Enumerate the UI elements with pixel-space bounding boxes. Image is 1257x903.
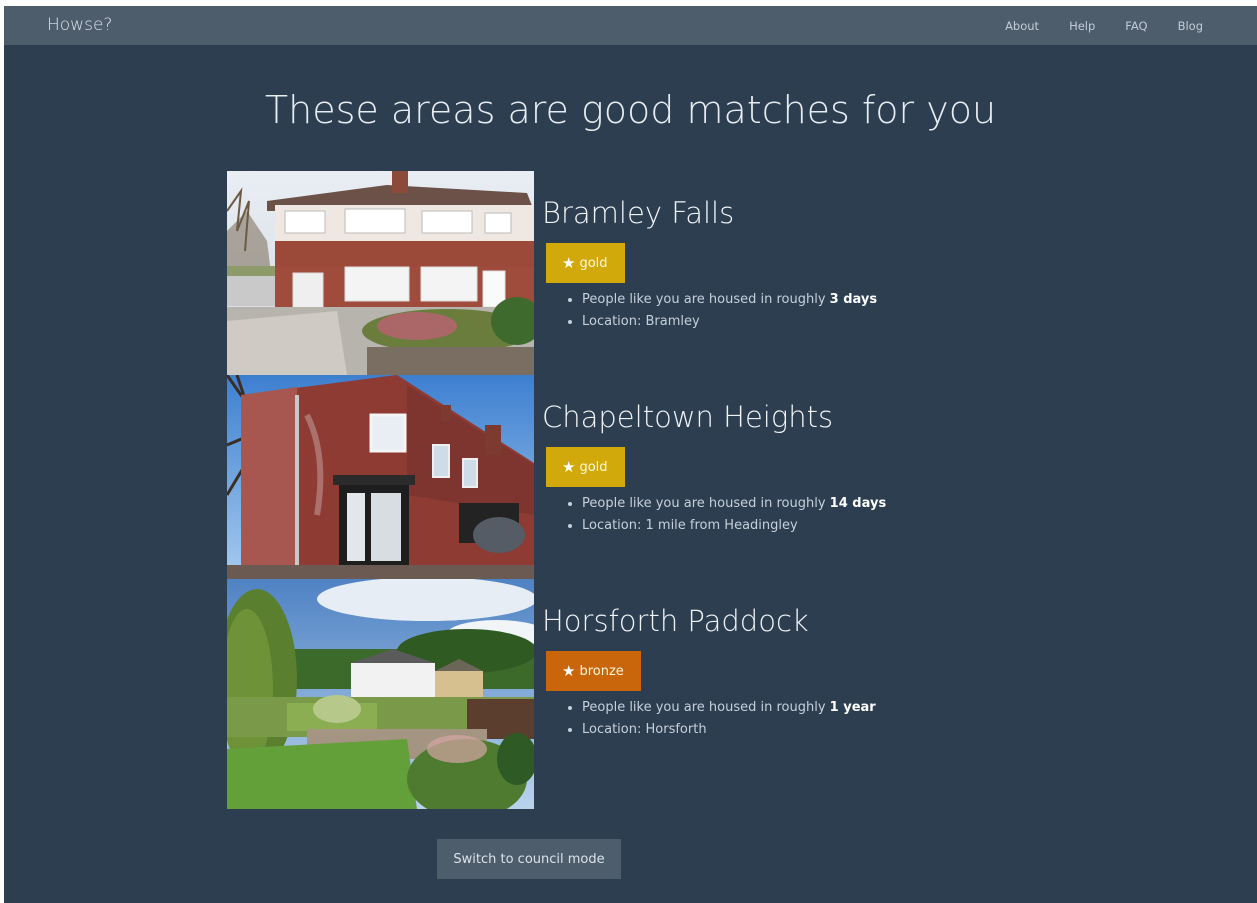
page-frame: Howse? About Help FAQ Blog These areas a… [4,6,1257,903]
area-photo-bramley-falls [227,171,534,375]
area-card-chapeltown-heights: Chapeltown Heights ★ gold People like yo… [227,375,987,579]
rating-label: gold [579,459,608,475]
area-photo-chapeltown-heights [227,375,534,579]
navbar: Howse? About Help FAQ Blog [4,6,1257,45]
housed-time-fact: People like you are housed in roughly 1 … [582,697,876,719]
rating-badge: ★ gold [546,243,625,283]
page-title: These areas are good matches for you [264,88,997,132]
star-icon: ★ [562,254,576,272]
nav-link-faq[interactable]: FAQ [1125,19,1147,33]
area-name[interactable]: Horsforth Paddock [542,603,876,639]
location-fact: Location: Horsforth [582,719,876,741]
rating-label: gold [579,255,608,271]
housed-time-value: 14 days [829,496,887,511]
nav-links: About Help FAQ Blog [1005,6,1203,45]
brand-logo[interactable]: Howse? [47,15,112,35]
housed-time-fact: People like you are housed in roughly 14… [582,493,886,515]
nav-link-help[interactable]: Help [1069,19,1095,33]
area-info-bramley-falls: Bramley Falls ★ gold People like you are… [542,171,877,333]
rating-label: bronze [579,663,624,679]
rating-badge: ★ bronze [546,651,641,691]
area-info-chapeltown-heights: Chapeltown Heights ★ gold People like yo… [542,375,886,537]
star-icon: ★ [562,458,576,476]
housed-time-prefix: People like you are housed in roughly [582,496,830,511]
nav-link-about[interactable]: About [1005,19,1039,33]
area-photo-horsforth-paddock [227,579,534,809]
location-fact: Location: Bramley [582,311,877,333]
area-facts: People like you are housed in roughly 14… [542,493,886,537]
housed-time-prefix: People like you are housed in roughly [582,292,830,307]
area-facts: People like you are housed in roughly 1 … [542,697,876,741]
area-name[interactable]: Chapeltown Heights [542,399,886,435]
area-facts: People like you are housed in roughly 3 … [542,289,877,333]
nav-link-blog[interactable]: Blog [1178,19,1203,33]
star-icon: ★ [562,662,576,680]
rating-badge: ★ gold [546,447,625,487]
area-card-bramley-falls: Bramley Falls ★ gold People like you are… [227,171,987,375]
housed-time-value: 3 days [829,292,878,307]
location-fact: Location: 1 mile from Headingley [582,515,886,537]
housed-time-prefix: People like you are housed in roughly [582,700,830,715]
area-info-horsforth-paddock: Horsforth Paddock ★ bronze People like y… [542,579,876,741]
housed-time-value: 1 year [829,700,876,715]
area-name[interactable]: Bramley Falls [542,195,877,231]
switch-council-mode-button[interactable]: Switch to council mode [437,839,621,879]
housed-time-fact: People like you are housed in roughly 3 … [582,289,877,311]
area-card-horsforth-paddock: Horsforth Paddock ★ bronze People like y… [227,579,987,809]
